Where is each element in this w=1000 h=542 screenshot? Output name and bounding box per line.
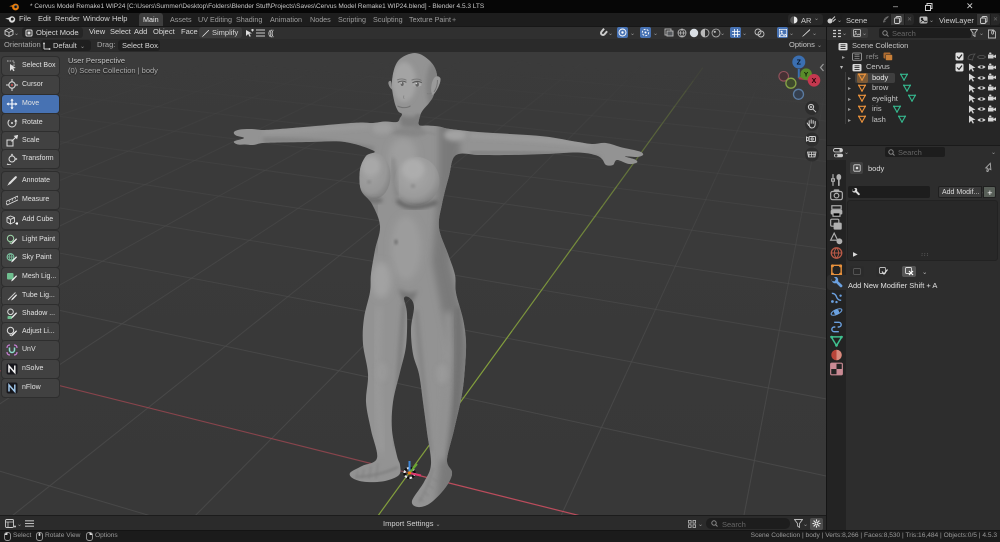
svg-text:0: 0 (991, 30, 994, 36)
svg-text:X: X (812, 78, 817, 85)
svg-text:Z: Z (797, 60, 802, 67)
svg-text:Y: Y (804, 72, 809, 79)
